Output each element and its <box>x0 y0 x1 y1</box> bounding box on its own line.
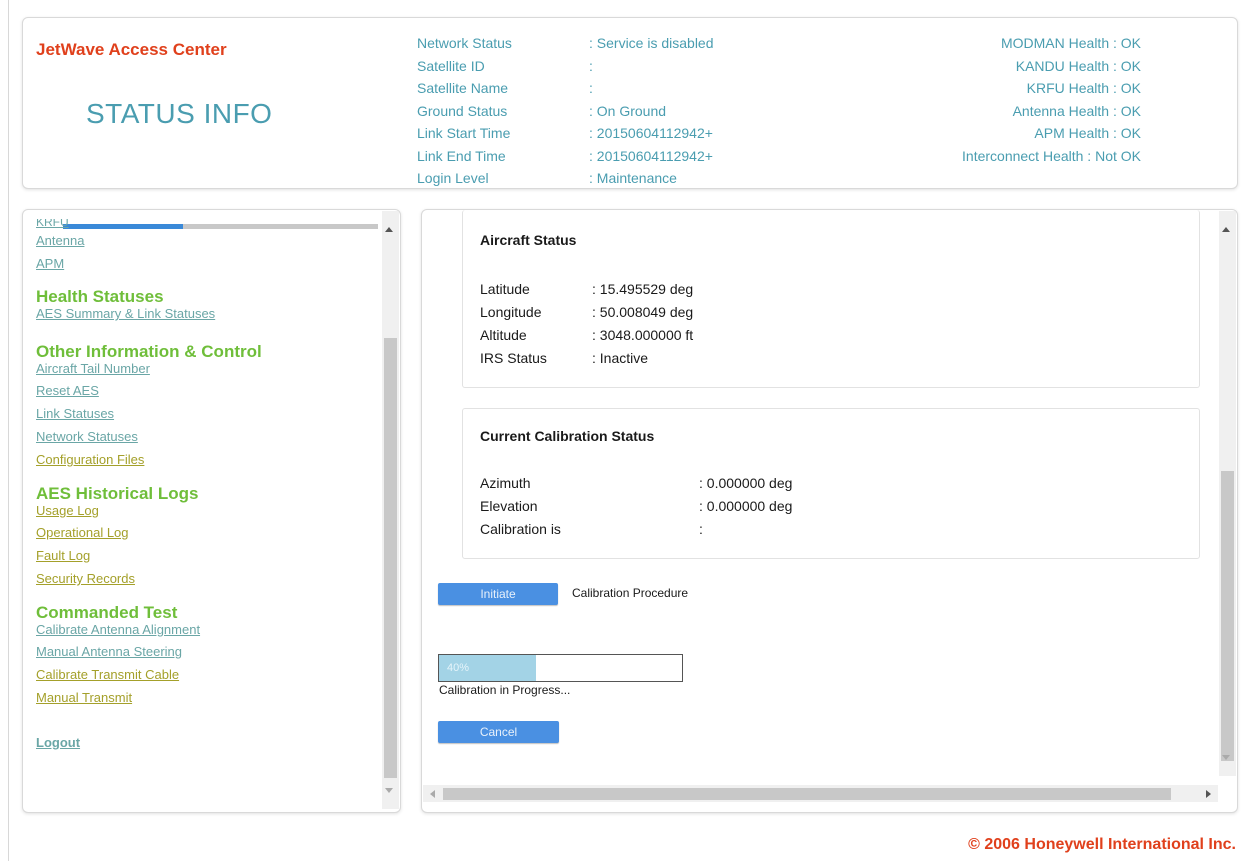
main-vertical-scroll-thumb[interactable] <box>1221 471 1234 761</box>
nav-link-calibrate-transmit-cable[interactable]: Calibrate Transmit Cable <box>36 663 262 686</box>
section-health-statuses: Health Statuses <box>36 287 164 306</box>
antenna-health: Antenna Health : OK <box>1012 102 1141 119</box>
page-left-border <box>8 0 9 861</box>
nav-link-network-statuses[interactable]: Network Statuses <box>36 425 262 448</box>
nav-link-aircraft-tail-number[interactable]: Aircraft Tail Number <box>36 361 262 379</box>
sidebar-scroll-thumb[interactable] <box>384 338 397 778</box>
irs-status-label: IRS Status <box>480 350 547 366</box>
nav-link-link-statuses[interactable]: Link Statuses <box>36 402 262 425</box>
logout-link[interactable]: Logout <box>36 731 262 754</box>
altitude-value: : 3048.000000 ft <box>592 327 694 343</box>
nav-list: KRFU Antenna APM Health Statuses AES Sum… <box>36 219 262 754</box>
nav-link-usage-log[interactable]: Usage Log <box>36 503 262 521</box>
aircraft-status-box: Aircraft Status Latitude : 15.495529 deg … <box>462 210 1200 388</box>
link-end-time-label: Link End Time <box>417 147 506 164</box>
initiate-button[interactable]: Initiate <box>438 583 558 605</box>
main-scroll-down-arrow-icon[interactable] <box>1222 755 1230 760</box>
satellite-name-value: : <box>589 80 593 96</box>
copyright-footer: © 2006 Honeywell International Inc. <box>968 836 1236 853</box>
latitude-label: Latitude <box>480 281 530 297</box>
page-title: STATUS INFO <box>86 98 273 129</box>
modman-health: MODMAN Health : OK <box>1000 35 1141 51</box>
health-summary: MODMAN Health : OK KANDU Health : OK KRF… <box>962 32 1141 167</box>
scroll-left-arrow-icon[interactable] <box>430 790 435 798</box>
elevation-label: Elevation <box>480 498 538 514</box>
link-start-time-label: Link Start Time <box>417 125 511 141</box>
nav-link-antenna[interactable]: Antenna <box>36 229 262 252</box>
scroll-right-arrow-icon[interactable] <box>1206 790 1211 798</box>
calibration-is-label: Calibration is <box>480 521 561 537</box>
nav-link-reset-aes[interactable]: Reset AES <box>36 379 262 402</box>
calibration-progress-bar: 40% <box>438 654 683 682</box>
azimuth-value: : 0.000000 deg <box>699 475 793 491</box>
longitude-value: : 50.008049 deg <box>592 304 694 320</box>
main-vertical-scrollbar[interactable] <box>1219 211 1236 776</box>
main-horizontal-scroll-thumb[interactable] <box>443 788 1171 800</box>
sidebar-nav: KRFU Antenna APM Health Statuses AES Sum… <box>22 209 401 813</box>
brand-title: JetWave Access Center <box>36 40 227 59</box>
apm-health: APM Health : OK <box>1034 125 1141 141</box>
calibration-procedure-label: Calibration Procedure <box>572 586 689 600</box>
nav-link-aes-summary[interactable]: AES Summary & Link Statuses <box>36 306 262 323</box>
aircraft-status-rows: Latitude : 15.495529 deg Longitude : 50.00… <box>480 278 693 370</box>
nav-link-fault-log[interactable]: Fault Log <box>36 544 262 567</box>
section-other-info-control: Other Information & Control <box>36 342 262 361</box>
longitude-label: Longitude <box>480 304 542 320</box>
link-start-time-value: : 20150604112942+ <box>589 125 713 141</box>
altitude-label: Altitude <box>480 327 527 343</box>
cancel-button[interactable]: Cancel <box>438 721 559 743</box>
calibration-status-title: Current Calibration Status <box>480 428 655 444</box>
section-aes-historical-logs: AES Historical Logs <box>36 484 199 503</box>
ground-status-label: Ground Status <box>417 102 508 119</box>
irs-status-value: : Inactive <box>592 350 649 366</box>
calibration-status-rows: Azimuth : 0.000000 deg Elevation : 0.00000… <box>480 472 792 541</box>
satellite-id-label: Satellite ID <box>417 57 485 74</box>
status-info-labels: Network Status Satellite ID Satellite Na… <box>417 32 512 190</box>
nav-link-security-records[interactable]: Security Records <box>36 567 262 590</box>
nav-link-manual-antenna-steering[interactable]: Manual Antenna Steering <box>36 640 262 663</box>
login-level-label: Login Level <box>417 170 489 186</box>
main-horizontal-scrollbar[interactable] <box>423 785 1218 802</box>
nav-link-configuration-files[interactable]: Configuration Files <box>36 448 262 471</box>
main-scroll-up-arrow-icon[interactable] <box>1222 227 1230 232</box>
azimuth-label: Azimuth <box>480 475 531 491</box>
satellite-id-value: : <box>589 57 593 74</box>
status-info-values: : Service is disabled : : : On Ground : … <box>589 32 714 190</box>
interconnect-health: Interconnect Health : Not OK <box>962 147 1141 164</box>
nav-link-calibrate-antenna-alignment[interactable]: Calibrate Antenna Alignment <box>36 622 262 640</box>
section-commanded-test: Commanded Test <box>36 603 178 622</box>
link-end-time-value: : 20150604112942+ <box>589 147 713 164</box>
latitude-value: : 15.495529 deg <box>592 281 694 297</box>
aircraft-status-title: Aircraft Status <box>480 232 577 248</box>
nav-link-krfu[interactable]: KRFU <box>36 219 262 229</box>
status-header: JetWave Access Center STATUS INFO Networ… <box>22 17 1238 189</box>
network-status-value: : Service is disabled <box>589 35 714 51</box>
elevation-value: : 0.000000 deg <box>699 498 793 514</box>
nav-link-manual-transmit[interactable]: Manual Transmit <box>36 686 262 709</box>
satellite-name-label: Satellite Name <box>417 80 509 96</box>
nav-link-apm[interactable]: APM <box>36 252 262 275</box>
scroll-down-arrow-icon[interactable] <box>385 788 393 793</box>
login-level-value: : Maintenance <box>589 170 677 186</box>
krfu-health: KRFU Health : OK <box>1026 80 1141 96</box>
calibration-status-box: Current Calibration Status Azimuth : 0.00… <box>462 408 1200 559</box>
sidebar-scrollbar[interactable] <box>382 211 399 809</box>
network-status-label: Network Status <box>417 35 512 51</box>
ground-status-value: : On Ground <box>589 102 667 119</box>
nav-link-operational-log[interactable]: Operational Log <box>36 521 262 544</box>
scroll-up-arrow-icon[interactable] <box>385 227 393 232</box>
progress-caption: Calibration in Progress... <box>439 683 571 697</box>
main-panel: Aircraft Status Latitude : 15.495529 deg … <box>421 209 1238 813</box>
progress-percent: 40% <box>447 662 470 674</box>
kandu-health: KANDU Health : OK <box>1015 57 1141 74</box>
calibration-is-value: : <box>699 521 703 537</box>
